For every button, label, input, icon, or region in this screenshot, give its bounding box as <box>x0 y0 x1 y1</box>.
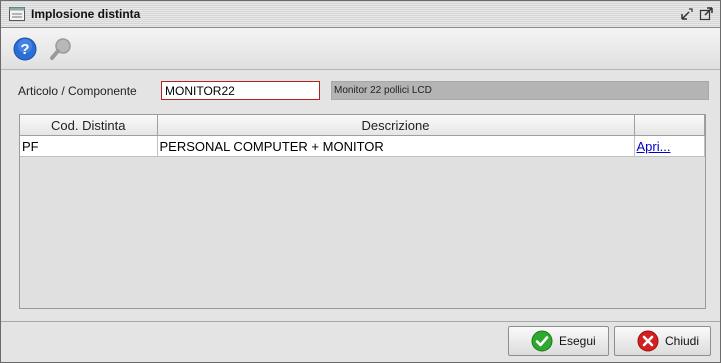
window-title: Implosione distinta <box>31 7 141 21</box>
chiudi-button[interactable]: Chiudi <box>614 326 711 356</box>
column-header-descrizione[interactable]: Descrizione <box>157 115 635 136</box>
window-icon <box>9 7 25 21</box>
esegui-label: Esegui <box>559 334 596 348</box>
apri-link[interactable]: Apri... <box>637 139 671 154</box>
cell-action: Apri... <box>634 135 705 157</box>
table-header-row: Cod. Distinta Descrizione <box>20 115 705 136</box>
cell-cod-distinta[interactable]: PF <box>20 135 158 157</box>
column-header-cod-distinta[interactable]: Cod. Distinta <box>20 115 158 136</box>
check-icon <box>531 330 553 352</box>
svg-text:?: ? <box>20 41 29 58</box>
title-bar[interactable]: Implosione distinta <box>1 1 720 28</box>
articolo-description-field: Monitor 22 pollici LCD <box>331 81 709 100</box>
magnifier-icon[interactable] <box>49 37 73 61</box>
distinta-table: Cod. Distinta Descrizione PF PERSONAL CO… <box>19 114 706 309</box>
toolbar: ? <box>1 28 720 70</box>
dialog-window: Implosione distinta ? Articolo / Compone… <box>0 0 721 363</box>
cell-descrizione[interactable]: PERSONAL COMPUTER + MONITOR <box>157 135 635 157</box>
minimize-icon[interactable] <box>679 6 695 22</box>
chiudi-label: Chiudi <box>665 334 700 348</box>
esegui-button[interactable]: Esegui <box>508 326 609 356</box>
close-icon <box>637 330 659 352</box>
help-icon[interactable]: ? <box>13 37 37 61</box>
articolo-label: Articolo / Componente <box>18 84 137 98</box>
maximize-icon[interactable] <box>698 6 714 22</box>
articolo-input[interactable] <box>161 81 320 100</box>
footer-divider <box>1 321 720 322</box>
table-row[interactable]: PF PERSONAL COMPUTER + MONITOR Apri... <box>20 135 705 157</box>
column-header-action[interactable] <box>634 115 705 136</box>
